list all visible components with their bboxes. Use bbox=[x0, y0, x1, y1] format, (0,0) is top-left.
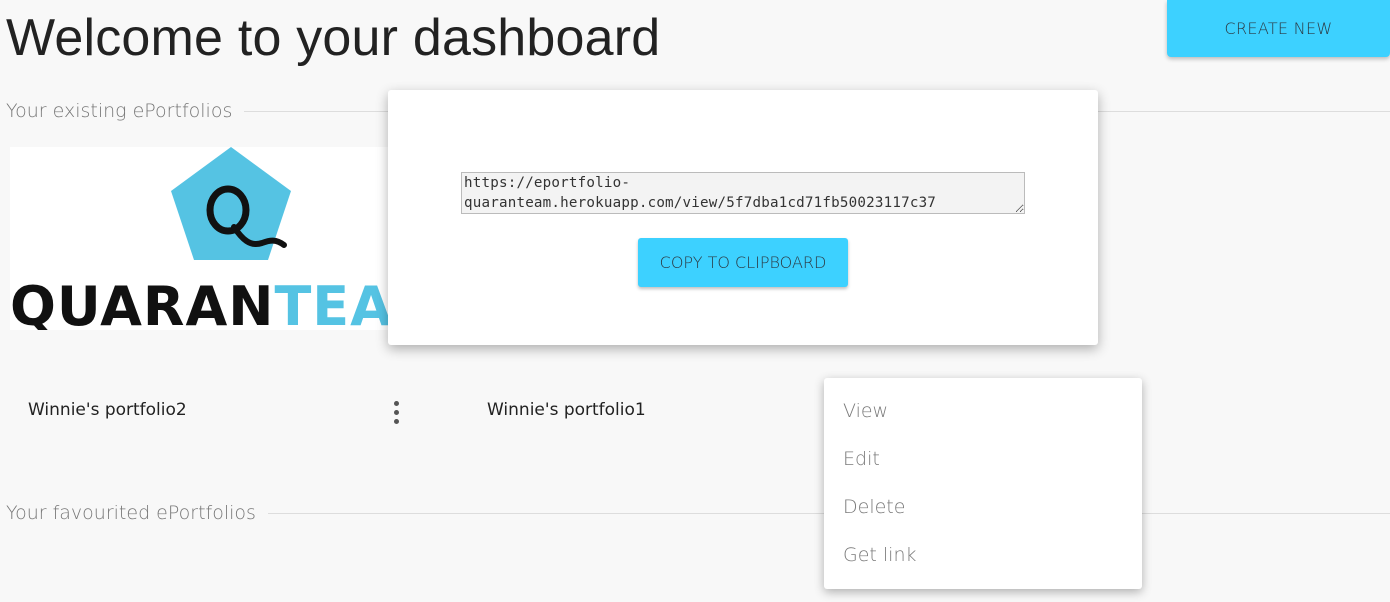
kebab-dot bbox=[393, 400, 399, 406]
portfolio-context-menu: View Edit Delete Get link bbox=[824, 378, 1142, 589]
portfolio-title[interactable]: Winnie's portfolio1 bbox=[487, 400, 646, 420]
logo-text: QUARANTEA bbox=[10, 275, 390, 330]
page-title: Welcome to your dashboard bbox=[6, 9, 661, 67]
share-link-modal: https://eportfolio-quaranteam.herokuapp.… bbox=[388, 90, 1098, 345]
menu-item-edit[interactable]: Edit bbox=[824, 435, 1142, 483]
share-link-textarea[interactable]: https://eportfolio-quaranteam.herokuapp.… bbox=[461, 172, 1025, 214]
more-options-icon[interactable] bbox=[385, 398, 407, 426]
favourited-portfolios-label: Your favourited ePortfolios bbox=[6, 502, 256, 524]
favourited-portfolios-header: Your favourited ePortfolios bbox=[6, 502, 1390, 524]
portfolio-title[interactable]: Winnie's portfolio2 bbox=[28, 400, 187, 420]
portfolio-thumbnail[interactable]: QUARANTEA bbox=[10, 147, 390, 330]
quaranteam-logo: QUARANTEA bbox=[10, 147, 390, 330]
create-new-button[interactable]: CREATE NEW bbox=[1167, 0, 1390, 57]
menu-item-get-link[interactable]: Get link bbox=[824, 531, 1142, 579]
menu-item-view[interactable]: View bbox=[824, 387, 1142, 435]
existing-portfolios-label: Your existing ePortfolios bbox=[6, 100, 233, 122]
copy-to-clipboard-button[interactable]: COPY TO CLIPBOARD bbox=[638, 238, 848, 287]
kebab-dot bbox=[393, 409, 399, 415]
menu-item-delete[interactable]: Delete bbox=[824, 483, 1142, 531]
kebab-dot bbox=[393, 418, 399, 424]
